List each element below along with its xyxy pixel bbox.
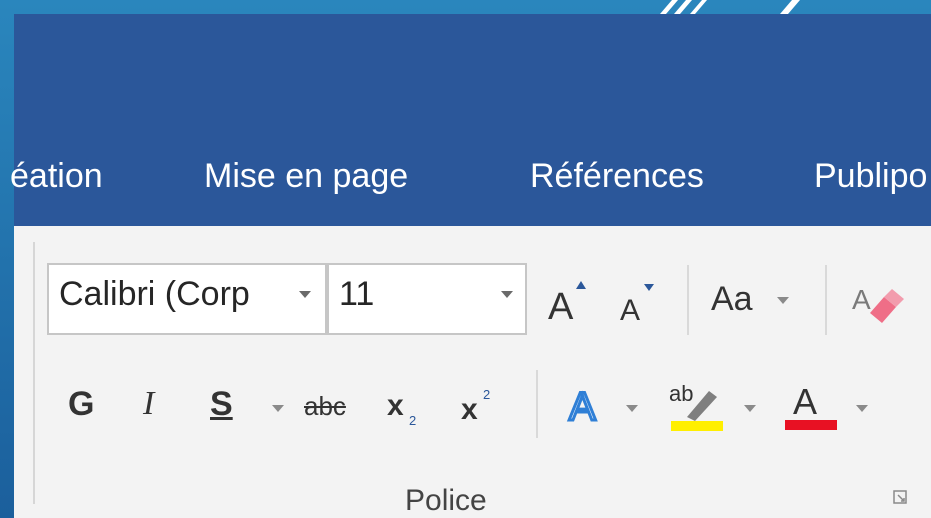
font-size-combo[interactable]: 11 xyxy=(327,263,527,335)
toolbar-separator xyxy=(687,265,689,335)
font-name-dropdown-arrow[interactable] xyxy=(299,291,311,298)
tab-references[interactable]: Références xyxy=(530,157,704,196)
title-bar xyxy=(14,14,931,134)
subscript-icon[interactable]: x 2 xyxy=(385,385,435,431)
shrink-font-icon[interactable]: A xyxy=(618,280,658,326)
font-size-dropdown-arrow[interactable] xyxy=(501,291,513,298)
svg-text:2: 2 xyxy=(409,413,416,428)
change-case-button[interactable]: Aa xyxy=(711,280,753,319)
svg-text:A: A xyxy=(620,294,640,326)
toolbar-separator xyxy=(536,370,538,438)
grow-font-icon[interactable]: A xyxy=(546,275,590,325)
underline-button[interactable]: S xyxy=(210,385,233,424)
tab-mise-en-page[interactable]: Mise en page xyxy=(204,157,408,196)
highlight-dropdown-arrow[interactable] xyxy=(744,405,756,412)
clear-formatting-icon[interactable]: A xyxy=(850,277,906,327)
group-separator xyxy=(33,242,35,504)
svg-text:2: 2 xyxy=(483,387,490,402)
toolbar-separator xyxy=(825,265,827,335)
svg-text:A: A xyxy=(548,286,574,325)
superscript-icon[interactable]: x 2 xyxy=(459,385,509,431)
font-name-value: Calibri (Corp xyxy=(59,275,250,313)
change-case-dropdown-arrow[interactable] xyxy=(777,297,789,304)
text-effects-icon[interactable]: A xyxy=(565,380,611,429)
underline-dropdown-arrow[interactable] xyxy=(272,405,284,412)
italic-button[interactable]: I xyxy=(143,385,154,423)
dialog-launcher-icon[interactable] xyxy=(893,490,907,504)
svg-text:A: A xyxy=(793,381,817,422)
svg-text:ab: ab xyxy=(669,381,693,406)
font-group-label: Police xyxy=(405,484,487,517)
font-size-value: 11 xyxy=(339,275,375,313)
ribbon-tabs-bar: éation Mise en page Références Publipo xyxy=(10,134,931,226)
bold-button[interactable]: G xyxy=(68,385,94,424)
font-name-combo[interactable]: Calibri (Corp xyxy=(47,263,327,335)
svg-text:x: x xyxy=(387,389,404,422)
highlight-icon[interactable]: ab xyxy=(667,377,727,433)
tab-publipostage[interactable]: Publipo xyxy=(814,157,927,196)
svg-text:A: A xyxy=(569,385,596,428)
font-color-icon[interactable]: A xyxy=(783,378,839,434)
strikethrough-button[interactable]: abc xyxy=(304,391,346,422)
font-color-dropdown-arrow[interactable] xyxy=(856,405,868,412)
svg-text:A: A xyxy=(852,284,871,315)
tab-creation[interactable]: éation xyxy=(10,157,103,196)
decorative-stripes xyxy=(660,0,800,14)
svg-text:x: x xyxy=(461,393,478,426)
text-effects-dropdown-arrow[interactable] xyxy=(626,405,638,412)
